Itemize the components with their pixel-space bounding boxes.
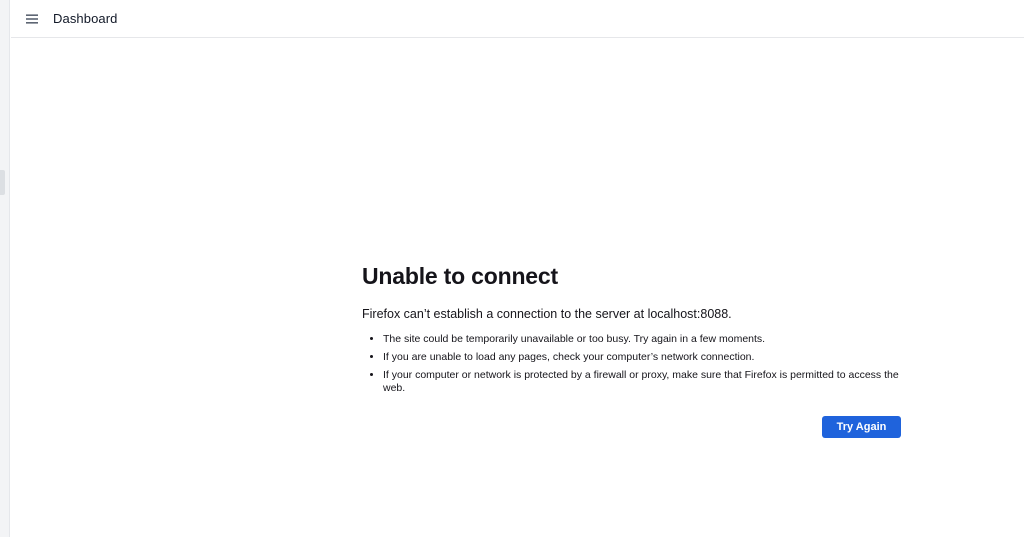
list-item: The site could be temporarily unavailabl… <box>383 333 907 346</box>
top-bar: Dashboard <box>11 0 1024 38</box>
sidebar-rail <box>0 0 10 537</box>
hamburger-menu-icon[interactable] <box>25 12 39 26</box>
list-item: If your computer or network is protected… <box>383 369 907 395</box>
error-title: Unable to connect <box>362 263 558 289</box>
error-panel: Unable to connect Firefox can’t establis… <box>362 262 907 440</box>
button-row: Try Again <box>362 416 907 440</box>
error-description: Firefox can’t establish a connection to … <box>362 307 732 321</box>
error-suggestions-list: The site could be temporarily unavailabl… <box>362 333 907 395</box>
page-title: Dashboard <box>53 11 118 26</box>
sidebar-toggle-handle[interactable] <box>0 170 5 195</box>
try-again-button[interactable]: Try Again <box>822 416 901 438</box>
list-item: If you are unable to load any pages, che… <box>383 351 907 364</box>
app-window: Dashboard Unable to connect Firefox can’… <box>0 0 1024 537</box>
